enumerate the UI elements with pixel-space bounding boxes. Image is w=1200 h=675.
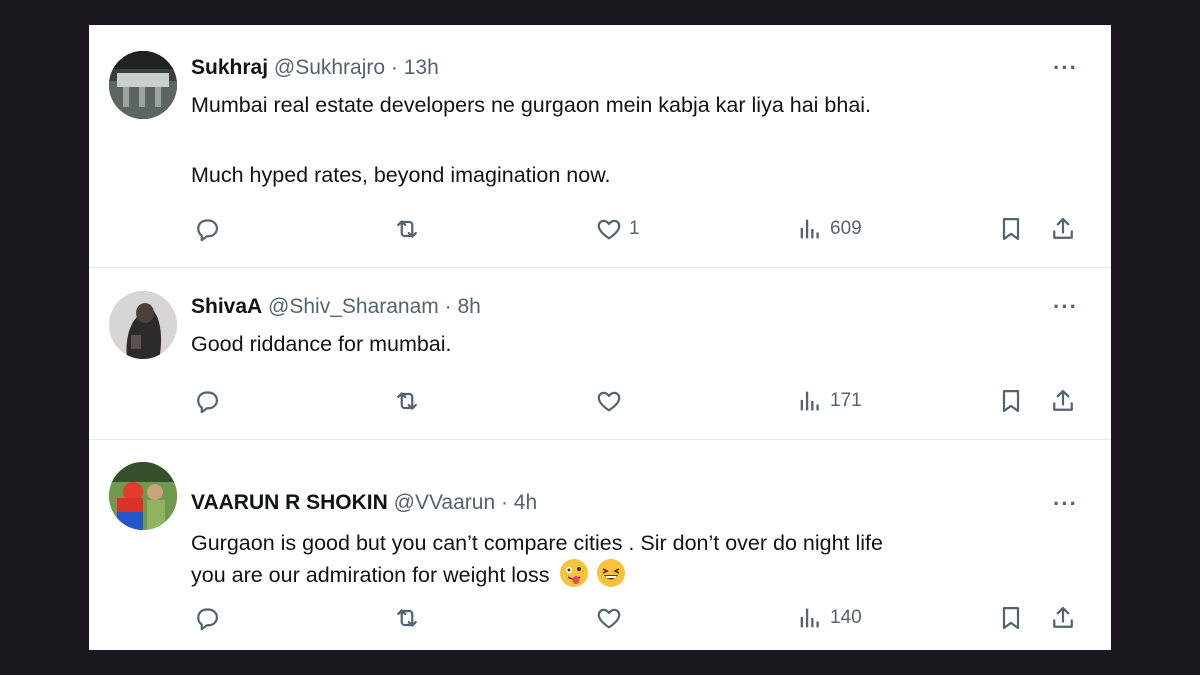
tweet-text-line: Good riddance for mumbai. xyxy=(191,332,452,356)
more-options-button[interactable]: ··· xyxy=(1053,491,1078,517)
tweet-header: VAARUN R SHOKIN @VVaarun · 4h xyxy=(191,491,537,515)
bookmark-icon xyxy=(1002,217,1020,241)
view-count: 171 xyxy=(830,390,862,411)
tweet-text-line: Mumbai real estate developers ne gurgaon… xyxy=(191,93,872,117)
tweet-text-line xyxy=(191,121,871,159)
reply-icon xyxy=(197,608,219,631)
bookmark-icon xyxy=(1002,389,1020,413)
reply-icon xyxy=(197,391,219,414)
views-icon xyxy=(800,219,819,239)
views-button[interactable]: 609 xyxy=(796,214,862,244)
timestamp[interactable]: · 13h xyxy=(391,56,439,79)
tweet[interactable]: Sukhraj @Sukhrajro · 13h ··· Mumbai real… xyxy=(89,25,1111,267)
more-options-button[interactable]: ··· xyxy=(1053,294,1078,320)
tweet[interactable]: VAARUN R SHOKIN @VVaarun · 4h ··· Gurgao… xyxy=(89,440,1111,650)
share-button[interactable] xyxy=(1049,603,1077,633)
tweet-text-line: you are our admiration for weight loss xyxy=(191,559,883,591)
handle[interactable]: @Sukhrajro xyxy=(274,56,385,79)
display-name[interactable]: VAARUN R SHOKIN xyxy=(191,491,388,514)
display-name[interactable]: Sukhraj xyxy=(191,56,268,79)
tweet-actions: 171 xyxy=(89,386,1111,416)
retweet-button[interactable] xyxy=(393,603,421,633)
like-button[interactable]: 1 xyxy=(595,214,640,244)
tweet-header: ShivaA @Shiv_Sharanam · 8h xyxy=(191,295,481,319)
tweet-text-line: Gurgaon is good but you can’t compare ci… xyxy=(191,531,883,555)
more-options-button[interactable]: ··· xyxy=(1053,55,1078,81)
replies-card: Sukhraj @Sukhrajro · 13h ··· Mumbai real… xyxy=(89,25,1111,650)
bookmark-button[interactable] xyxy=(997,214,1025,244)
timestamp[interactable]: · 4h xyxy=(501,491,537,514)
zany-face-emoji-icon xyxy=(559,559,588,587)
avatar[interactable] xyxy=(109,51,177,119)
tweet-text-line-content: you are our admiration for weight loss xyxy=(191,563,550,587)
retweet-icon xyxy=(397,220,417,238)
retweet-icon xyxy=(397,609,417,627)
share-icon xyxy=(1053,389,1073,411)
share-icon xyxy=(1053,606,1073,628)
views-icon xyxy=(800,608,819,628)
bookmark-icon xyxy=(1002,606,1020,630)
views-icon xyxy=(800,391,819,411)
handle[interactable]: @Shiv_Sharanam xyxy=(268,295,439,318)
tweet-text: Good riddance for mumbai. xyxy=(191,328,452,360)
grinning-squinting-face-emoji-icon xyxy=(597,559,626,587)
views-button[interactable]: 140 xyxy=(796,603,862,633)
tweet-header: Sukhraj @Sukhrajro · 13h xyxy=(191,56,439,80)
avatar[interactable] xyxy=(109,291,177,359)
retweet-icon xyxy=(397,392,417,410)
view-count: 609 xyxy=(830,218,862,239)
tweet-text: Gurgaon is good but you can’t compare ci… xyxy=(191,527,883,591)
bookmark-button[interactable] xyxy=(997,603,1025,633)
tweet[interactable]: ShivaA @Shiv_Sharanam · 8h ··· Good ridd… xyxy=(89,268,1111,439)
views-button[interactable]: 171 xyxy=(796,386,862,416)
reply-button[interactable] xyxy=(193,214,221,244)
retweet-button[interactable] xyxy=(393,214,421,244)
tweet-actions: 1 609 xyxy=(89,214,1111,244)
avatar[interactable] xyxy=(109,462,177,530)
display-name[interactable]: ShivaA xyxy=(191,295,262,318)
retweet-button[interactable] xyxy=(393,386,421,416)
like-button[interactable] xyxy=(595,386,629,416)
share-button[interactable] xyxy=(1049,214,1077,244)
heart-icon xyxy=(597,608,621,629)
like-button[interactable] xyxy=(595,603,629,633)
share-icon xyxy=(1053,217,1073,239)
share-button[interactable] xyxy=(1049,386,1077,416)
reply-button[interactable] xyxy=(193,603,221,633)
tweet-actions: 140 xyxy=(89,603,1111,633)
heart-icon xyxy=(597,219,621,240)
bookmark-button[interactable] xyxy=(997,386,1025,416)
view-count: 140 xyxy=(830,607,862,628)
reply-icon xyxy=(197,219,219,242)
heart-icon xyxy=(597,391,621,412)
reply-button[interactable] xyxy=(193,386,221,416)
handle[interactable]: @VVaarun xyxy=(394,491,495,514)
tweet-text-line: Much hyped rates, beyond imagination now… xyxy=(191,163,611,187)
timestamp[interactable]: · 8h xyxy=(445,295,481,318)
like-count: 1 xyxy=(629,218,640,239)
tweet-text: Mumbai real estate developers ne gurgaon… xyxy=(191,89,871,191)
